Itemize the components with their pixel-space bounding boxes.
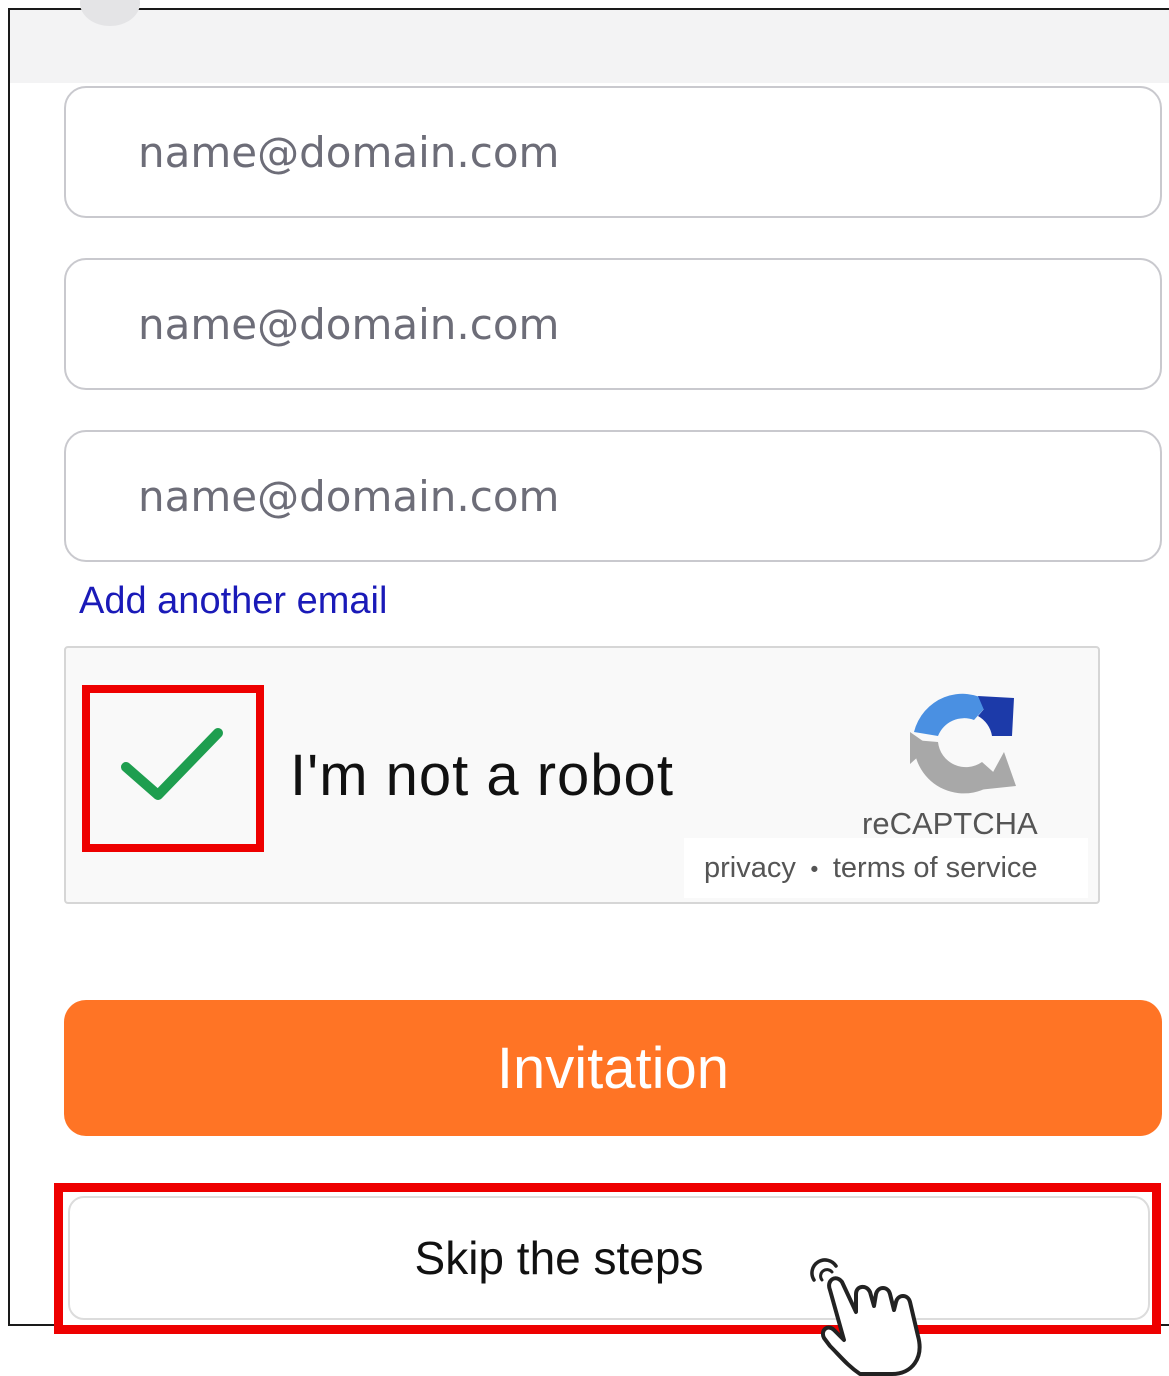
terms-link[interactable]: terms of service [833,852,1038,885]
privacy-link[interactable]: privacy [704,852,796,885]
recaptcha-label: I'm not a robot [290,743,674,808]
recaptcha-brand: reCAPTCHA [862,806,1038,841]
recaptcha-footer: privacy ・ terms of service [684,838,1088,898]
email-input-1[interactable] [138,127,1160,177]
footer-separator: ・ [799,855,829,887]
email-input-3[interactable] [138,471,1160,521]
email-field-3[interactable] [64,430,1162,562]
header-bar [10,0,1169,83]
add-another-email-link[interactable]: Add another email [79,580,387,623]
email-field-1[interactable] [64,86,1162,218]
email-field-2[interactable] [64,258,1162,390]
email-input-2[interactable] [138,299,1160,349]
header-avatar [80,0,140,26]
checkmark-icon [121,728,223,800]
recaptcha-logo-icon [910,693,1016,794]
invitation-button[interactable]: Invitation [64,1000,1162,1136]
hand-pointer-icon [810,1258,922,1376]
skip-steps-button[interactable]: Skip the steps [68,1196,1150,1320]
